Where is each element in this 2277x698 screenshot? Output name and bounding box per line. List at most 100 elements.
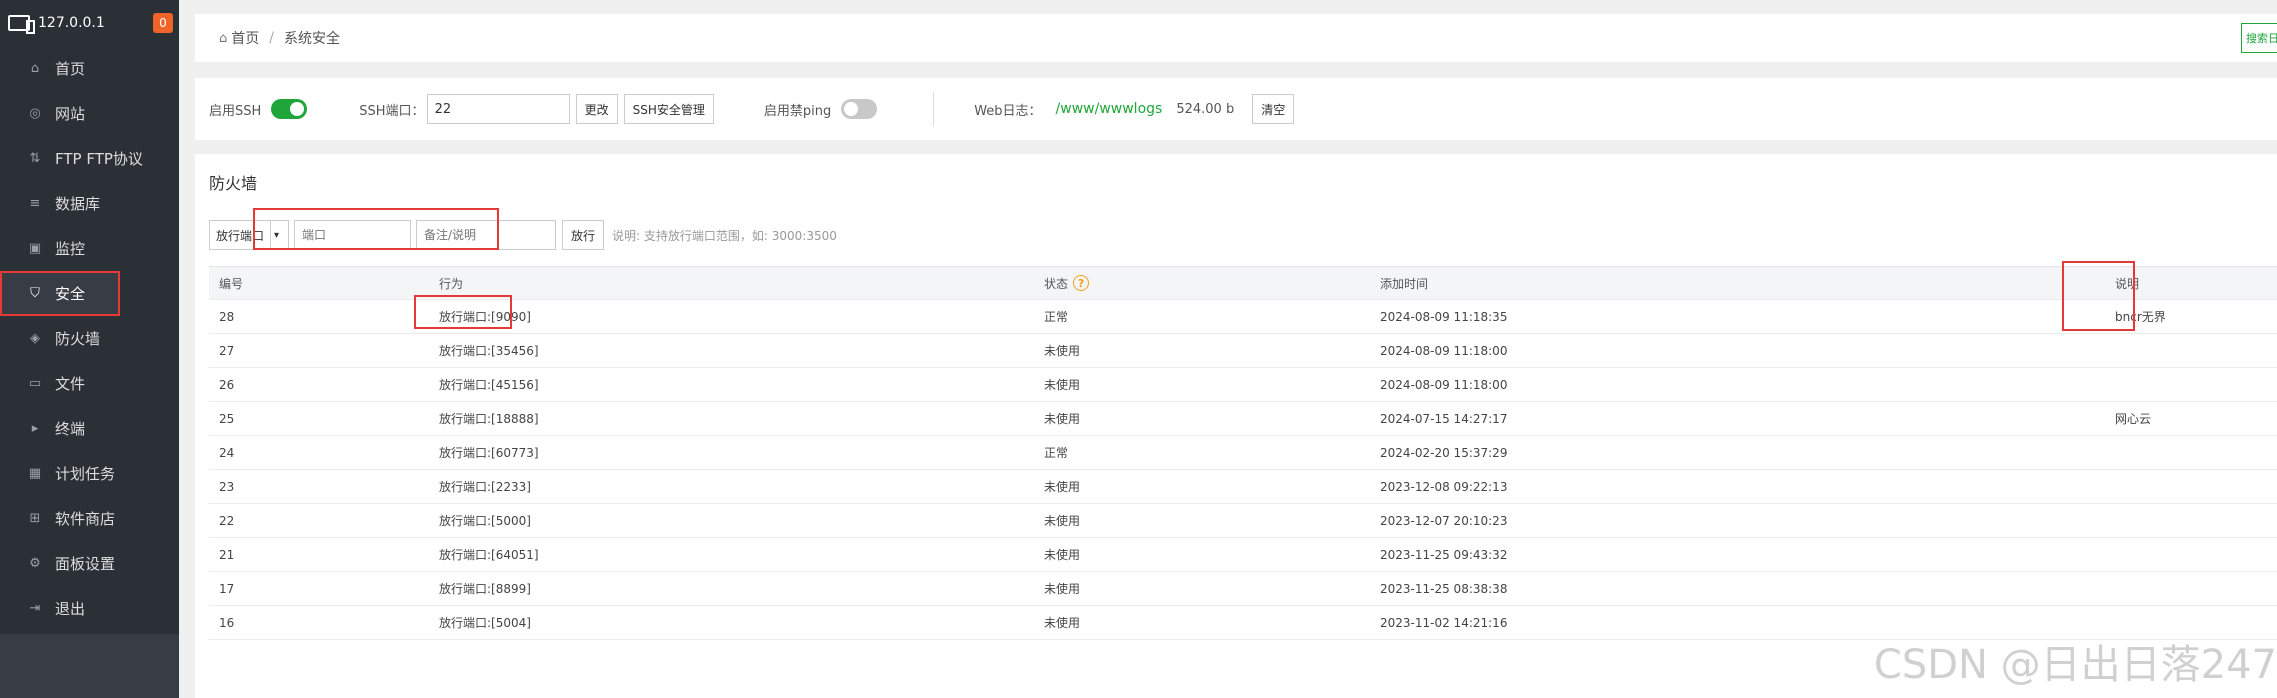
sidebar-item-12[interactable]: ⇥ 退出: [0, 586, 179, 631]
cell-action: 放行端口:[5000]: [439, 514, 531, 528]
allow-button[interactable]: 放行: [562, 220, 605, 250]
clear-log-button[interactable]: 清空: [1252, 94, 1295, 124]
highlight-box-form: [253, 208, 499, 250]
table-row: 21 放行端口:[64051] 未使用 2023-11-25 09:43:32: [209, 538, 2277, 572]
cell-action: 放行端口:[35456]: [439, 344, 539, 358]
table-row: 27 放行端口:[35456] 未使用 2024-08-09 11:18:00: [209, 334, 2277, 368]
ping-label: 启用禁ping: [763, 103, 832, 119]
highlight-box-note: [2062, 261, 2135, 331]
cell-id: 17: [219, 581, 235, 596]
change-port-button[interactable]: 更改: [575, 94, 618, 124]
cell-status: 未使用: [1044, 412, 1081, 426]
table-row: 17 放行端口:[8899] 未使用 2023-11-25 08:38:38: [209, 572, 2277, 606]
cell-action: 放行端口:[9090]: [439, 310, 531, 324]
cell-id: 24: [219, 445, 235, 460]
cell-status: 未使用: [1044, 514, 1081, 528]
monitor-icon: [8, 15, 35, 34]
cell-status: 未使用: [1044, 548, 1081, 562]
cell-time: 2023-11-25 08:38:38: [1380, 581, 1508, 596]
grid-icon: ⊞: [29, 511, 41, 526]
firewall-title: 防火墙: [209, 174, 258, 193]
col-id: 编号: [219, 276, 244, 291]
ssh-manage-button[interactable]: SSH安全管理: [623, 94, 714, 124]
sidebar-item-4[interactable]: ▣ 监控: [0, 226, 179, 271]
sidebar-item-label: 防火墙: [55, 330, 101, 348]
home-icon: ⌂: [30, 61, 40, 76]
sidebar-item-2[interactable]: ⇅ FTP FTP协议: [0, 136, 179, 181]
col-action: 行为: [439, 276, 464, 291]
globe-icon: ◎: [29, 106, 41, 121]
sidebar-item-label: 退出: [55, 600, 86, 618]
logout-icon: ⇥: [29, 601, 41, 616]
table-header: 编号 行为 状态? 添加时间 说明: [209, 267, 2277, 300]
table-row: 22 放行端口:[5000] 未使用 2023-12-07 20:10:23: [209, 504, 2277, 538]
sidebar: 127.0.0.1 0 ⌂ 首页 ◎ 网站 ⇅ FTP FTP协议 ≡ 数据库 ▣ 监控 ⛉ 安全 ◈ 防…: [0, 0, 179, 698]
breadcrumb-home[interactable]: 首页: [231, 28, 259, 48]
weblog-path-link[interactable]: /www/wwwlogs: [1056, 101, 1163, 117]
weblog-label: Web日志：: [974, 103, 1042, 119]
database-icon: ≡: [29, 196, 41, 211]
cell-action: 放行端口:[18888]: [439, 412, 539, 426]
sidebar-item-label: 安全: [55, 285, 86, 303]
cell-action: 放行端口:[5004]: [439, 616, 531, 630]
port-range-hint: 说明: 支持放行端口范围，如: 3000:3500: [612, 228, 837, 243]
divider: [933, 92, 935, 126]
cell-status: 未使用: [1044, 480, 1081, 494]
firewall-panel: 防火墙 放行端口 ▾ 放行 说明: 支持放行端口范围，如: 3000:3500 …: [195, 154, 2277, 698]
ssh-port-input[interactable]: [426, 94, 570, 124]
cell-id: 26: [219, 377, 235, 392]
firewall-icon: ◈: [30, 331, 40, 346]
cell-action: 放行端口:[8899]: [439, 582, 531, 596]
host-label: 127.0.0.1: [38, 15, 105, 31]
sidebar-item-7[interactable]: ▭ 文件: [0, 361, 179, 406]
table-row: 26 放行端口:[45156] 未使用 2024-08-09 11:18:00: [209, 368, 2277, 402]
table-row: 23 放行端口:[2233] 未使用 2023-12-08 09:22:13: [209, 470, 2277, 504]
sidebar-item-9[interactable]: ▦ 计划任务: [0, 451, 179, 496]
notification-badge[interactable]: 0: [153, 13, 173, 33]
cell-status: 未使用: [1044, 582, 1081, 596]
breadcrumb-separator: /: [269, 30, 274, 46]
sidebar-item-label: 监控: [55, 240, 86, 258]
ssh-port-label: SSH端口：: [359, 103, 425, 119]
ping-toggle[interactable]: [841, 99, 878, 119]
cell-action: 放行端口:[60773]: [439, 446, 539, 460]
cell-time: 2023-12-08 09:22:13: [1380, 479, 1508, 494]
ssh-settings-bar: 启用SSH SSH端口： 更改 SSH安全管理 启用禁ping Web日志： /…: [195, 78, 2277, 140]
sidebar-item-8[interactable]: ▸ 终端: [0, 406, 179, 451]
help-icon[interactable]: ?: [1073, 275, 1090, 291]
cell-time: 2024-08-09 11:18:00: [1380, 377, 1508, 392]
sidebar-item-10[interactable]: ⊞ 软件商店: [0, 496, 179, 541]
cell-time: 2023-11-25 09:43:32: [1380, 547, 1508, 562]
sidebar-item-1[interactable]: ◎ 网站: [0, 91, 179, 136]
search-log-button[interactable]: 搜索日: [2241, 23, 2277, 53]
cell-status: 未使用: [1044, 616, 1081, 630]
sidebar-item-label: 面板设置: [55, 555, 116, 573]
firewall-table: 编号 行为 状态? 添加时间 说明 28 放行端口:[9090] 正常 2024-08…: [209, 266, 2277, 640]
sidebar-item-5[interactable]: ⛉ 安全: [0, 271, 120, 316]
cell-id: 27: [219, 343, 235, 358]
sidebar-item-0[interactable]: ⌂ 首页: [0, 46, 179, 91]
sidebar-item-11[interactable]: ⚙ 面板设置: [0, 541, 179, 586]
cell-id: 21: [219, 547, 235, 562]
breadcrumb-current: 系统安全: [283, 31, 340, 47]
sidebar-item-label: 软件商店: [55, 510, 116, 528]
cell-time: 2023-11-02 14:21:16: [1380, 615, 1508, 630]
shield-icon: ⛉: [30, 286, 40, 301]
col-time: 添加时间: [1380, 276, 1429, 291]
sidebar-item-3[interactable]: ≡ 数据库: [0, 181, 179, 226]
ssh-enable-label: 启用SSH: [209, 103, 262, 119]
monitor-icon: ▣: [28, 241, 42, 256]
ssh-toggle[interactable]: [271, 99, 308, 119]
table-row: 25 放行端口:[18888] 未使用 2024-07-15 14:27:17 网心云: [209, 402, 2277, 436]
breadcrumb: ⌂ 首页 / 系统安全 搜索日: [195, 14, 2277, 62]
cell-status: 未使用: [1044, 378, 1081, 392]
sidebar-header: 127.0.0.1 0: [0, 0, 179, 46]
col-status: 状态?: [1034, 275, 1370, 292]
sidebar-item-label: 终端: [55, 420, 86, 438]
cell-id: 23: [219, 479, 235, 494]
highlight-box-row: [414, 295, 512, 329]
cell-time: 2024-02-20 15:37:29: [1380, 445, 1508, 460]
sidebar-item-6[interactable]: ◈ 防火墙: [0, 316, 179, 361]
cell-id: 16: [219, 615, 235, 630]
terminal-icon: ▸: [31, 421, 39, 436]
